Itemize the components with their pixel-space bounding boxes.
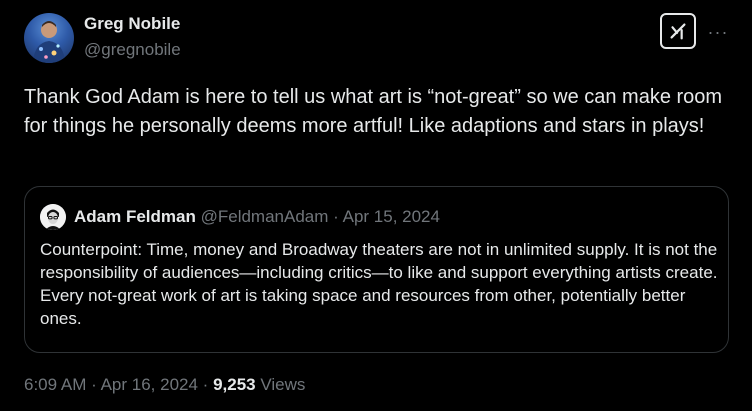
author-handle[interactable]: @gregnobile: [84, 40, 181, 60]
grok-button[interactable]: [660, 13, 696, 49]
more-horizontal-icon: ···: [707, 21, 729, 42]
grok-icon: [670, 23, 686, 40]
tweet-meta: 6:09 AM · Apr 16, 2024 · 9,253 Views: [24, 375, 305, 395]
more-options-button[interactable]: ···: [704, 18, 732, 46]
quoted-tweet[interactable]: Adam Feldman @FeldmanAdam · Apr 15, 2024…: [24, 186, 729, 353]
quoted-tweet-date[interactable]: Apr 15, 2024: [343, 207, 440, 226]
views-label: Views: [260, 375, 306, 394]
tweet-time[interactable]: 6:09 AM: [24, 375, 86, 394]
author-avatar-image: [33, 21, 65, 63]
quoted-tweet-header: Adam Feldman @FeldmanAdam · Apr 15, 2024: [74, 207, 440, 227]
quoted-author-avatar: [40, 204, 66, 230]
author-avatar[interactable]: [24, 13, 74, 63]
quoted-tweet-text: Counterpoint: Time, money and Broadway t…: [40, 240, 718, 328]
quoted-author-name[interactable]: Adam Feldman: [74, 207, 196, 226]
meta-separator: ·: [91, 375, 97, 394]
tweet-text: Thank God Adam is here to tell us what a…: [24, 86, 723, 137]
quoted-author-avatar-image: [40, 204, 66, 230]
meta-separator-2: ·: [202, 375, 209, 394]
author-name[interactable]: Greg Nobile: [84, 14, 180, 34]
quoted-author-handle[interactable]: @FeldmanAdam: [201, 207, 329, 226]
quoted-separator: ·: [333, 207, 339, 226]
tweet: Greg Nobile @gregnobile ··· Thank God Ad…: [0, 0, 752, 411]
tweet-date[interactable]: Apr 16, 2024: [101, 375, 198, 394]
views-count[interactable]: 9,253: [213, 375, 256, 394]
